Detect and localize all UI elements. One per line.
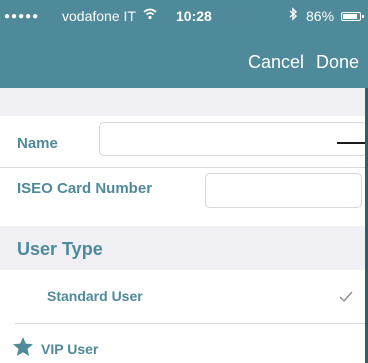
signal-strength-icon: ●●●●● bbox=[4, 11, 40, 22]
card-number-label: ISEO Card Number bbox=[17, 180, 153, 197]
battery-nub bbox=[362, 15, 364, 18]
status-bar: ●●●●● vodafone IT 10:28 86% bbox=[0, 0, 368, 36]
navigation-bar: Cancel Done bbox=[0, 36, 368, 88]
carrier-name: vodafone IT bbox=[62, 8, 136, 24]
option-vip-user[interactable]: VIP User bbox=[0, 324, 368, 363]
top-spacer bbox=[0, 88, 368, 116]
user-type-section-header: User Type bbox=[0, 226, 368, 270]
star-icon bbox=[12, 336, 34, 358]
option-standard-user[interactable]: Standard User bbox=[0, 274, 368, 322]
checkmark-icon bbox=[338, 290, 354, 309]
done-button[interactable]: Done bbox=[316, 52, 359, 73]
option-label: VIP User bbox=[41, 341, 99, 357]
option-label: Standard User bbox=[47, 288, 143, 304]
name-label: Name bbox=[17, 135, 58, 152]
section-title: User Type bbox=[17, 239, 103, 259]
divider bbox=[0, 167, 368, 168]
wifi-icon bbox=[143, 7, 157, 24]
battery-level-fill bbox=[343, 14, 357, 19]
battery-percent: 86% bbox=[306, 8, 335, 24]
bluetooth-icon bbox=[288, 7, 298, 24]
edit-user-screen: ●●●●● vodafone IT 10:28 86% Cancel Done … bbox=[0, 0, 368, 363]
drag-handle-line bbox=[337, 142, 368, 144]
card-number-field[interactable] bbox=[205, 173, 362, 208]
clock-time: 10:28 bbox=[176, 8, 212, 24]
name-field[interactable] bbox=[99, 122, 367, 156]
battery-icon bbox=[341, 12, 364, 21]
cancel-button[interactable]: Cancel bbox=[248, 52, 304, 73]
